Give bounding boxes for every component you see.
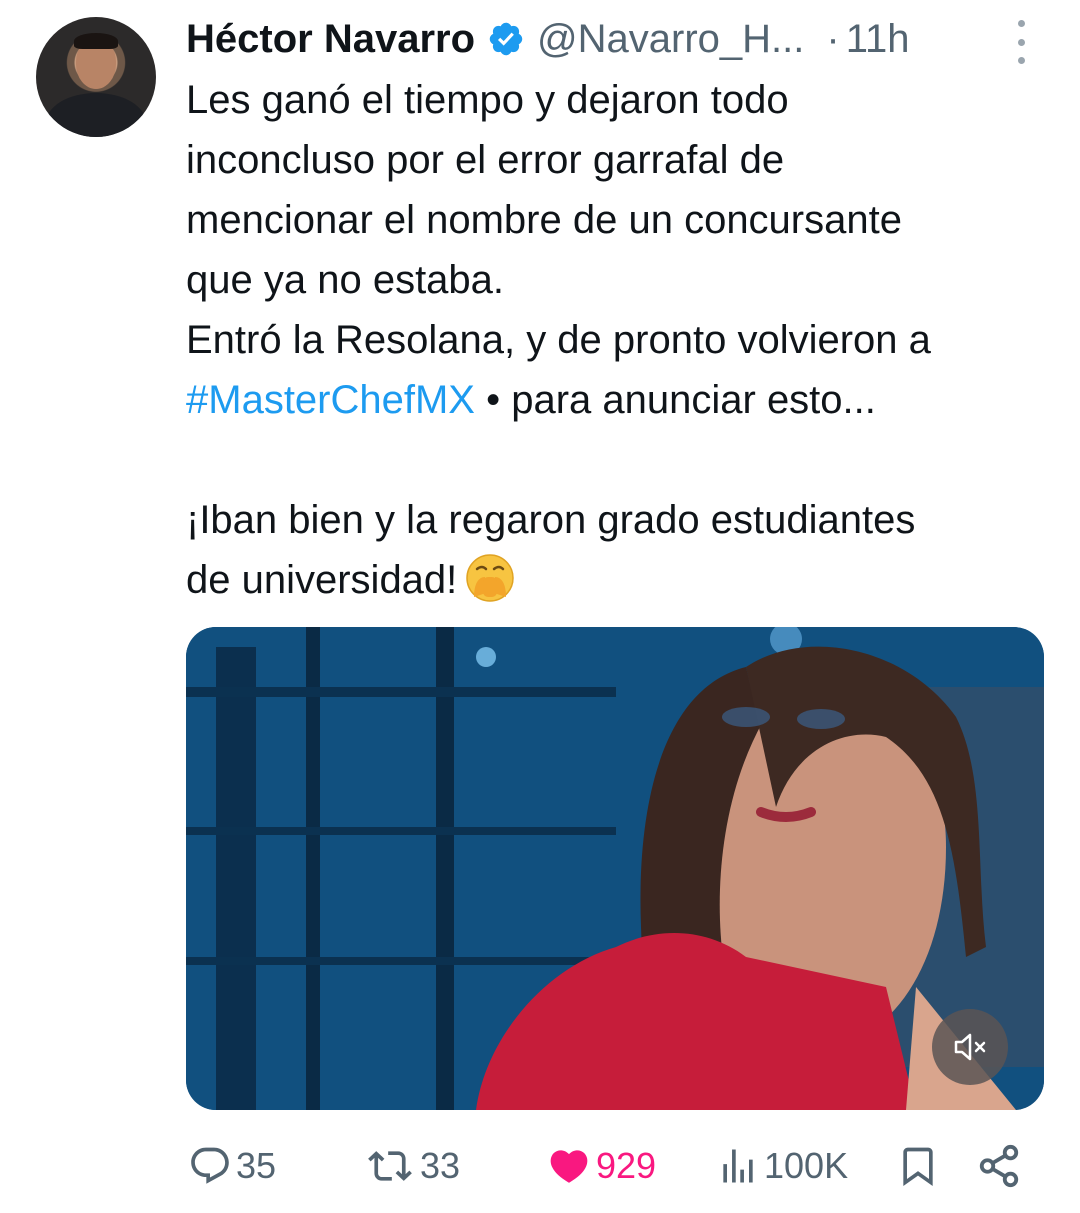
avatar-hair [74, 33, 118, 49]
views-count: 100K [764, 1145, 849, 1186]
share-icon [979, 1144, 1019, 1188]
hashtag-line: #MasterChefMX • para anunciar esto... [186, 370, 1056, 430]
author-avatar[interactable] [36, 17, 156, 137]
repost-button[interactable]: 33 [364, 1138, 460, 1194]
like-icon [550, 1150, 588, 1183]
tweet-header: Héctor Navarro @Navarro_H... · 11h [186, 14, 909, 64]
reply-icon [191, 1147, 229, 1184]
action-bar: 35 33 929 100K [186, 1138, 1036, 1194]
face-with-hand-over-mouth-emoji [466, 554, 515, 602]
views-icon [723, 1149, 753, 1183]
reply-count: 35 [236, 1145, 277, 1186]
tweet-text: Les ganó el tiempo y dejaron todo inconc… [186, 70, 1056, 610]
views-button[interactable]: 100K [716, 1138, 848, 1194]
like-button[interactable]: 929 [546, 1138, 656, 1194]
hashtag-link[interactable]: #MasterChefMX [186, 378, 475, 422]
share-button[interactable] [976, 1138, 1026, 1194]
video-frame-illustration [186, 627, 1044, 1110]
repost-icon [368, 1151, 412, 1181]
bookmark-button[interactable] [896, 1138, 944, 1194]
text-line: inconcluso por el error garrafal de [186, 138, 785, 182]
text-line: mencionar el nombre de un concursante [186, 198, 902, 242]
like-count: 929 [596, 1145, 657, 1186]
repost-count: 33 [420, 1145, 461, 1186]
verified-badge-icon [489, 22, 523, 56]
more-dot [1017, 20, 1025, 27]
text-line: Les ganó el tiempo y dejaron todo [186, 78, 789, 122]
avatar-shoulders [46, 93, 146, 137]
author-name[interactable]: Héctor Navarro [186, 17, 475, 62]
header-separator: · [826, 16, 840, 61]
closing-text: de universidad! [186, 558, 458, 602]
more-dot [1017, 57, 1025, 64]
text-line: Entró la Resolana, y de pronto volvieron… [186, 318, 931, 362]
author-handle[interactable]: @Navarro_H... [537, 17, 804, 62]
tweet-video[interactable] [186, 627, 1044, 1110]
more-dot [1017, 38, 1025, 46]
text-line: ¡Iban bien y la regaron grado estudiante… [186, 498, 916, 542]
text-line: de universidad! [186, 550, 1056, 610]
mute-icon [954, 1033, 986, 1061]
more-options-icon[interactable] [1008, 20, 1034, 64]
hashtag-tail: • para anunciar esto... [474, 378, 876, 422]
tweet-time[interactable]: 11h [846, 17, 910, 62]
text-line: que ya no estaba. [186, 258, 505, 302]
bookmark-icon [903, 1147, 933, 1187]
reply-button[interactable]: 35 [188, 1138, 276, 1194]
mute-button[interactable] [932, 1009, 1008, 1085]
